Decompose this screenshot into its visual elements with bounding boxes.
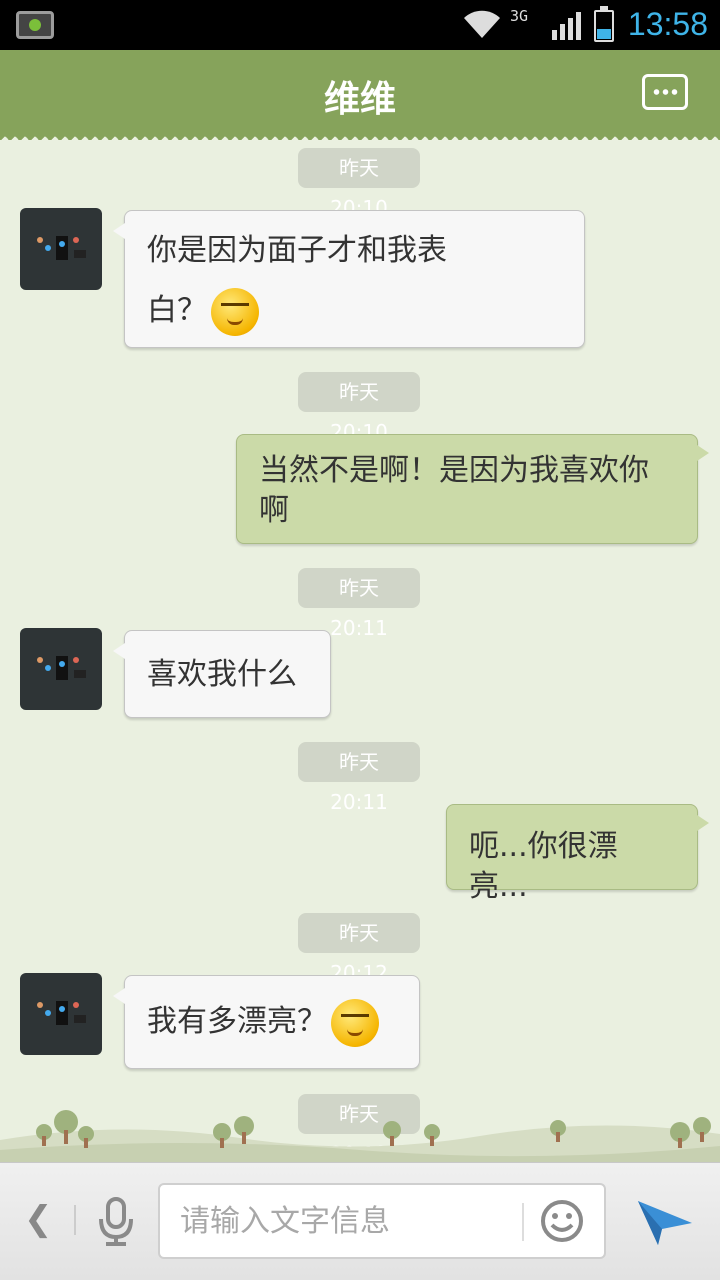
message-text: 当然不是啊！是因为我喜欢你啊 xyxy=(259,453,649,528)
dazzled-emoji-icon xyxy=(331,998,379,1047)
status-clock: 13:58 xyxy=(627,6,708,42)
message-text-field[interactable] xyxy=(158,1183,606,1259)
incoming-message-bubble[interactable]: 喜欢我什么 xyxy=(113,630,331,718)
network-type-label: 3G xyxy=(510,7,529,25)
incoming-message-bubble[interactable]: 我有多漂亮？ xyxy=(113,975,420,1069)
chevron-left-icon[interactable]: ❮ xyxy=(24,1199,53,1239)
timestamp-divider: 昨天 20:11 xyxy=(298,742,420,814)
chat-header: 维维 xyxy=(0,50,720,140)
header-zigzag-edge xyxy=(0,132,720,140)
contact-avatar[interactable] xyxy=(20,208,102,290)
message-text-line2: 白？ xyxy=(147,281,562,341)
camera-app-icon xyxy=(16,11,54,39)
wifi-icon xyxy=(464,10,500,39)
message-text: 呃...你很漂亮... xyxy=(469,829,618,904)
landscape-decoration xyxy=(0,1110,720,1162)
field-divider xyxy=(522,1203,524,1241)
message-text: 你是因为面子才和我表 xyxy=(147,233,447,268)
message-text: 我有多漂亮？ xyxy=(147,1004,327,1039)
timestamp-divider: 昨天 20:12 xyxy=(298,913,420,985)
smiley-icon[interactable] xyxy=(540,1199,584,1243)
outgoing-message-bubble[interactable]: 当然不是啊！是因为我喜欢你啊 xyxy=(236,434,709,544)
smirk-emoji-icon xyxy=(211,287,259,336)
avatar-figure-icon xyxy=(37,1001,86,1025)
message-input-bar: ❮ xyxy=(0,1162,720,1280)
message-input[interactable] xyxy=(180,1199,500,1243)
timestamp-divider: 昨天 20:10 xyxy=(298,372,420,444)
status-bar: 3G 13:58 xyxy=(0,0,720,50)
timestamp-divider: 昨天 20:10 xyxy=(298,148,420,220)
contact-avatar[interactable] xyxy=(20,973,102,1055)
battery-icon xyxy=(594,6,614,42)
microphone-icon[interactable] xyxy=(96,1197,136,1247)
contact-name-title: 维维 xyxy=(323,79,396,120)
toolbar-divider xyxy=(74,1205,76,1235)
chat-message-list[interactable]: 昨天 20:10 你是因为面子才和我表 白？ 昨天 20:10 当然不是啊！是因… xyxy=(0,140,720,1166)
avatar-figure-icon xyxy=(37,656,86,680)
message-text: 白？ xyxy=(147,293,207,328)
outgoing-message-bubble[interactable]: 呃...你很漂亮... xyxy=(446,804,709,904)
incoming-message-bubble[interactable]: 你是因为面子才和我表 白？ xyxy=(113,210,585,348)
avatar-figure-icon xyxy=(37,236,86,260)
signal-strength-icon xyxy=(552,12,581,40)
timestamp-divider: 昨天 20:11 xyxy=(298,568,420,640)
paper-plane-send-icon[interactable] xyxy=(636,1195,694,1247)
message-text: 喜欢我什么 xyxy=(147,657,297,692)
more-dots-icon[interactable] xyxy=(642,74,688,110)
contact-avatar[interactable] xyxy=(20,628,102,710)
